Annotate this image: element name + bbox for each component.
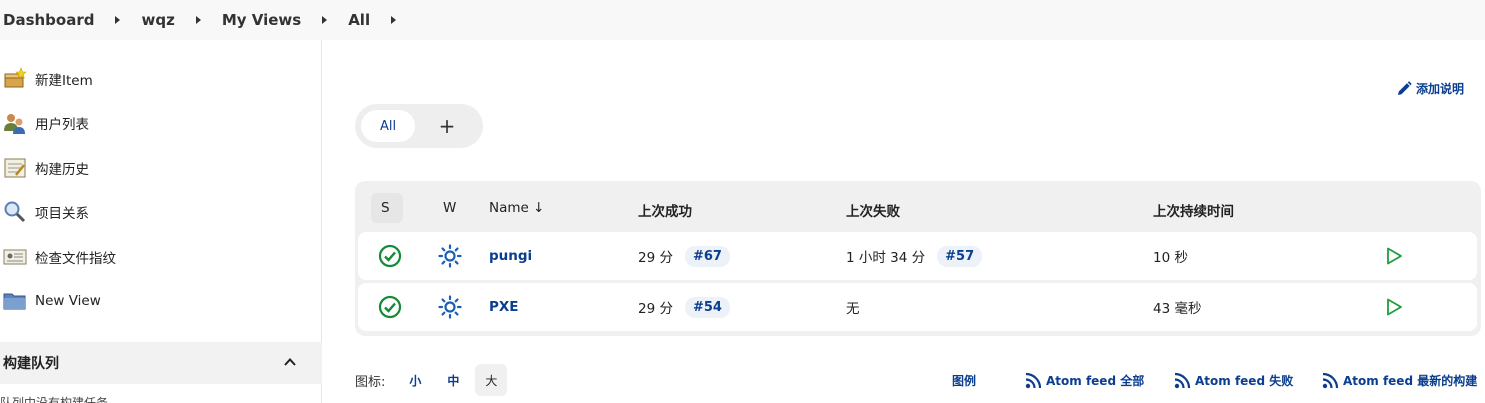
last-success-time: 29 分: [638, 250, 673, 266]
last-failure-time: 1 小时 34 分: [846, 250, 926, 266]
breadcrumb: Dashboard wqz My Views All: [0, 0, 1485, 40]
breadcrumb-my-views[interactable]: My Views: [222, 11, 301, 29]
sidebar-item-new-item[interactable]: 新建Item: [0, 64, 93, 94]
view-tabs: All +: [355, 104, 483, 148]
folder-icon: [3, 289, 27, 313]
build-queue-header[interactable]: 构建队列: [0, 342, 322, 384]
build-queue-empty-text: 队列中没有构建任务: [0, 396, 109, 403]
last-success-time: 29 分: [638, 301, 673, 317]
breadcrumb-arrow-icon[interactable]: [115, 16, 121, 24]
sidebar: 新建Item 用户列表 构建历史 项目关系 检查文件指纹 New View 构建…: [0, 40, 322, 403]
fingerprint-icon: [3, 245, 27, 269]
sunny-weather-icon: [438, 232, 462, 280]
atom-feed-all-label: Atom feed 全部: [1046, 374, 1145, 388]
breadcrumb-arrow-icon[interactable]: [195, 16, 201, 24]
sidebar-item-label: 新建Item: [35, 73, 93, 89]
add-view-button[interactable]: +: [435, 114, 459, 138]
build-queue-title: 构建队列: [3, 356, 59, 372]
run-build-icon[interactable]: [1384, 283, 1404, 331]
breadcrumb-all[interactable]: All: [348, 11, 370, 29]
table-row: pungi 29 分 #67 1 小时 34 分 #57 10 秒: [358, 232, 1477, 280]
rss-icon: [1025, 372, 1042, 389]
atom-feed-failed-link[interactable]: Atom feed 失败: [1174, 372, 1293, 389]
icon-size-large[interactable]: 大: [475, 364, 508, 396]
tab-all[interactable]: All: [361, 110, 415, 142]
sidebar-item-new-view[interactable]: New View: [0, 286, 101, 316]
icon-size-label: 图标:: [355, 374, 386, 390]
success-build-link[interactable]: #54: [684, 296, 730, 318]
column-header-status[interactable]: S: [381, 200, 390, 216]
atom-feed-failed-label: Atom feed 失败: [1195, 374, 1294, 388]
rss-icon: [1322, 372, 1339, 389]
success-status-icon: [378, 283, 402, 331]
new-item-icon: [3, 67, 27, 91]
projects-table: S W Name ↓ 上次成功 上次失败 上次持续时间 pungi 29 分 #…: [355, 181, 1481, 336]
sidebar-item-users[interactable]: 用户列表: [0, 108, 89, 138]
users-icon: [3, 111, 27, 135]
sidebar-item-project-relations[interactable]: 项目关系: [0, 197, 89, 227]
job-link[interactable]: PXE: [489, 299, 519, 315]
rss-icon: [1174, 372, 1191, 389]
column-header-last-duration[interactable]: 上次持续时间: [1153, 200, 1234, 220]
success-build-link[interactable]: #67: [684, 245, 730, 267]
breadcrumb-dashboard[interactable]: Dashboard: [3, 11, 94, 29]
search-icon: [3, 200, 27, 224]
sidebar-item-fingerprint[interactable]: 检查文件指纹: [0, 242, 116, 272]
last-failure-time: 无: [846, 301, 860, 317]
sidebar-item-build-history[interactable]: 构建历史: [0, 153, 89, 183]
add-description-link[interactable]: 添加说明: [1396, 80, 1464, 97]
sidebar-item-label: 构建历史: [35, 162, 89, 178]
icon-size-small[interactable]: 小: [399, 364, 431, 396]
column-header-last-success[interactable]: 上次成功: [638, 200, 692, 220]
run-build-icon[interactable]: [1384, 232, 1404, 280]
pencil-icon: [1398, 80, 1412, 95]
last-duration: 43 毫秒: [1153, 301, 1202, 317]
sunny-weather-icon: [438, 283, 462, 331]
sidebar-item-label: 用户列表: [35, 117, 89, 133]
icon-size-medium[interactable]: 中: [437, 364, 469, 396]
column-header-last-failure[interactable]: 上次失败: [846, 200, 900, 220]
column-header-name[interactable]: Name ↓: [489, 200, 544, 216]
sidebar-item-label: New View: [35, 293, 101, 309]
breadcrumb-arrow-icon[interactable]: [391, 16, 397, 24]
legend-link[interactable]: 图例: [952, 372, 976, 389]
chevron-up-icon[interactable]: [284, 356, 296, 368]
atom-feed-latest-link[interactable]: Atom feed 最新的构建: [1322, 372, 1477, 389]
table-row: PXE 29 分 #54 无 43 毫秒: [358, 283, 1477, 331]
failure-build-link[interactable]: #57: [937, 245, 983, 267]
last-duration: 10 秒: [1153, 250, 1188, 266]
build-history-icon: [3, 156, 27, 180]
atom-feed-latest-label: Atom feed 最新的构建: [1343, 374, 1478, 388]
success-status-icon: [378, 232, 402, 280]
breadcrumb-arrow-icon[interactable]: [322, 16, 328, 24]
column-header-weather[interactable]: W: [443, 200, 456, 216]
sidebar-item-label: 项目关系: [35, 206, 89, 222]
atom-feed-all-link[interactable]: Atom feed 全部: [1025, 372, 1144, 389]
breadcrumb-wqz[interactable]: wqz: [141, 11, 174, 29]
legend-label: 图例: [952, 374, 977, 388]
icon-size-selector: 图标: 小 中 大: [355, 364, 508, 396]
sidebar-item-label: 检查文件指纹: [35, 251, 116, 267]
add-description-label: 添加说明: [1416, 82, 1465, 96]
job-link[interactable]: pungi: [489, 248, 532, 264]
